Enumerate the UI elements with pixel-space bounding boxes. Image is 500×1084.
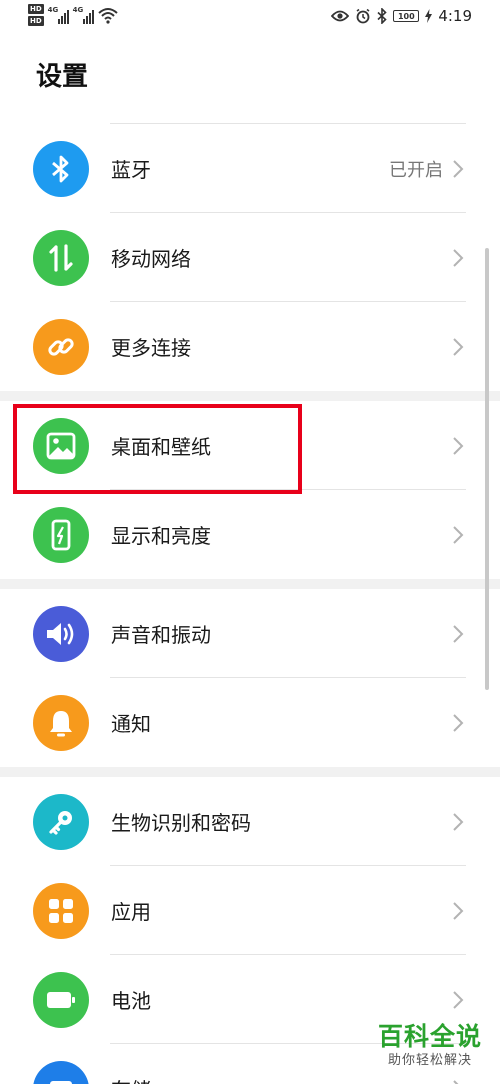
settings-item-label: 电池 bbox=[111, 989, 151, 1013]
clock: 4:19 bbox=[438, 7, 472, 25]
settings-item-biometrics-password[interactable]: 生物识别和密码 bbox=[0, 777, 500, 866]
eye-icon bbox=[331, 10, 350, 22]
watermark: 百科全说 助你轻松解决 bbox=[370, 1022, 490, 1070]
hd-badge: HD bbox=[28, 4, 44, 14]
settings-item-label: 声音和振动 bbox=[111, 623, 211, 647]
key-icon bbox=[33, 793, 89, 850]
watermark-subtitle: 助你轻松解决 bbox=[387, 1053, 472, 1068]
section-gap bbox=[0, 579, 500, 589]
bell-icon bbox=[33, 694, 89, 751]
status-bar: HD HD 4G 4G 100 4:19 bbox=[0, 0, 500, 36]
page-title: 设置 bbox=[36, 62, 89, 92]
grid-icon bbox=[33, 882, 89, 939]
charging-icon bbox=[425, 9, 433, 23]
settings-item-apps[interactable]: 应用 bbox=[0, 866, 500, 955]
chevron-right-icon bbox=[453, 990, 464, 1009]
chevron-right-icon bbox=[453, 525, 464, 544]
hd-badge: HD bbox=[28, 16, 44, 26]
storage-icon bbox=[33, 1060, 89, 1084]
bluetooth-icon bbox=[33, 140, 89, 197]
settings-item-more-connections[interactable]: 更多连接 bbox=[0, 302, 500, 391]
chevron-right-icon bbox=[453, 1079, 459, 1084]
settings-item-label: 通知 bbox=[111, 712, 151, 736]
alarm-icon bbox=[356, 8, 370, 24]
settings-item-label: 移动网络 bbox=[111, 247, 191, 271]
settings-item-mobile-network[interactable]: 移动网络 bbox=[0, 213, 500, 302]
speaker-icon bbox=[33, 605, 89, 662]
watermark-title: 百科全说 bbox=[377, 1022, 482, 1051]
settings-item-sound-vibration[interactable]: 声音和振动 bbox=[0, 589, 500, 678]
link-icon bbox=[33, 318, 89, 375]
chevron-right-icon bbox=[453, 248, 464, 267]
signal-icon: 4G bbox=[48, 6, 69, 24]
section-gap bbox=[0, 767, 500, 777]
chevron-right-icon bbox=[453, 901, 464, 920]
chevron-right-icon bbox=[453, 159, 464, 178]
settings-item-label: 更多连接 bbox=[111, 336, 191, 360]
settings-item-bluetooth[interactable]: 蓝牙 已开启 bbox=[0, 124, 500, 213]
chevron-right-icon bbox=[453, 624, 464, 643]
chevron-right-icon bbox=[453, 436, 464, 455]
settings-item-label: 显示和亮度 bbox=[111, 524, 211, 548]
settings-item-label: 蓝牙 bbox=[111, 158, 151, 182]
wifi-icon bbox=[98, 8, 118, 24]
settings-item-notifications[interactable]: 通知 bbox=[0, 678, 500, 767]
chevron-right-icon bbox=[453, 812, 464, 831]
data-arrows-icon bbox=[33, 229, 89, 286]
scrollbar[interactable] bbox=[485, 248, 489, 690]
settings-item-label: 应用 bbox=[111, 900, 151, 924]
signal-icon: 4G bbox=[73, 6, 94, 24]
chevron-right-icon bbox=[453, 713, 464, 732]
battery-icon bbox=[33, 971, 89, 1028]
chevron-right-icon bbox=[453, 337, 464, 356]
phone-brightness-icon bbox=[33, 506, 89, 563]
highlight-box bbox=[13, 404, 302, 494]
settings-item-label: 生物识别和密码 bbox=[111, 811, 251, 835]
settings-list[interactable]: 蓝牙 已开启 移动网络 更多连接 桌面和壁纸 显示和亮度 声音和振动 通知 生物… bbox=[0, 124, 500, 1084]
settings-item-label: 存储 bbox=[111, 1074, 151, 1084]
settings-item-value: 已开启 bbox=[389, 159, 443, 181]
section-gap bbox=[0, 391, 500, 401]
bluetooth-status-icon bbox=[377, 8, 387, 24]
battery-status: 100 bbox=[393, 10, 420, 22]
settings-item-display-brightness[interactable]: 显示和亮度 bbox=[0, 490, 500, 579]
